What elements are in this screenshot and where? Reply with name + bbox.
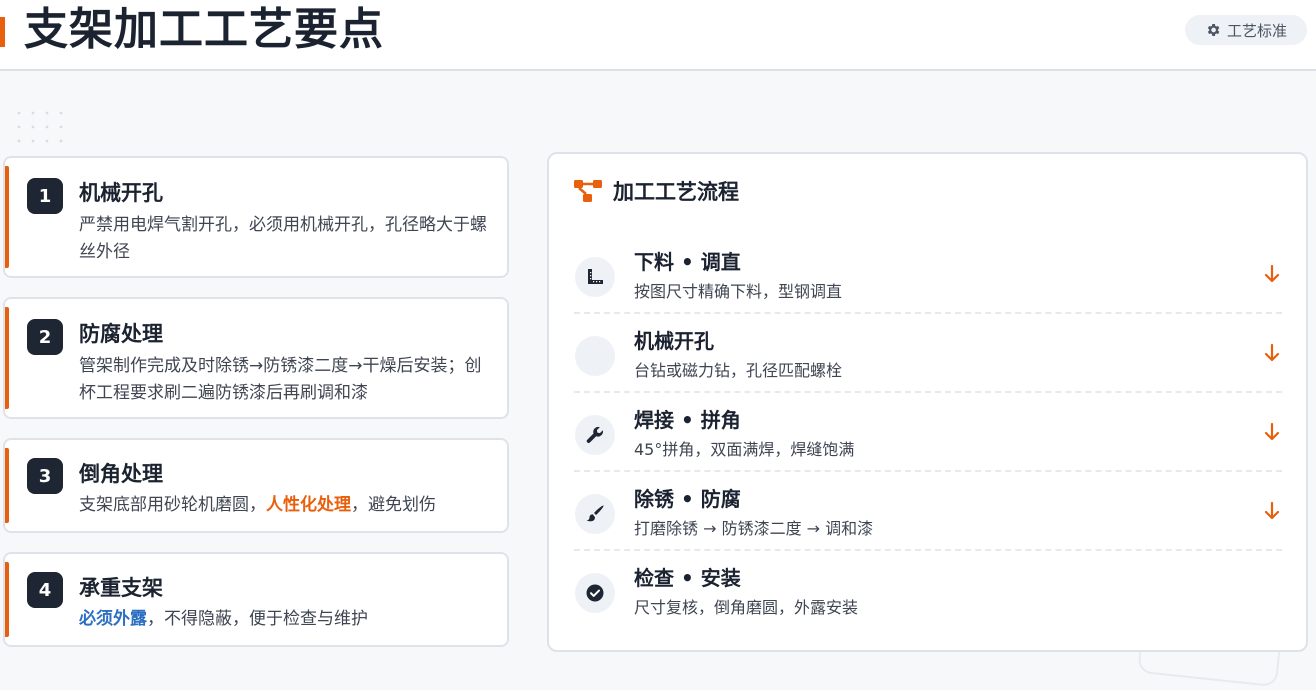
card-title: 承重支架 bbox=[79, 576, 163, 600]
card-desc: 管架制作完成及时除锈→防锈漆二度→干燥后安装；创杯工程要求刷二遍防锈漆后再刷调和… bbox=[79, 356, 482, 403]
step-title: 下料 • 调直 bbox=[634, 250, 741, 274]
card-title: 防腐处理 bbox=[79, 322, 163, 346]
step-title: 检查 • 安装 bbox=[634, 566, 741, 590]
page-title: 支架加工工艺要点 bbox=[24, 4, 384, 55]
card-title: 倒角处理 bbox=[79, 462, 163, 486]
step-icon-badge bbox=[575, 494, 615, 534]
process-panel: 加工工艺流程 下料 • 调直 按图尺寸精确下料，型钢调直 机械开孔 台钻或磁力钻… bbox=[547, 152, 1308, 652]
card-desc: 严禁用电焊气割开孔，必须用机械开孔，孔径略大于螺丝外径 bbox=[79, 215, 487, 262]
card-title: 机械开孔 bbox=[79, 181, 163, 205]
blank-icon bbox=[585, 346, 605, 366]
step-drilling: 机械开孔 台钻或磁力钻，孔径匹配螺栓 bbox=[574, 314, 1282, 393]
step-icon-badge bbox=[575, 336, 615, 376]
card-desc: 必须外露，不得隐蔽，便于检查与维护 bbox=[79, 606, 493, 633]
step-desc: 打磨除锈 → 防锈漆二度 → 调和漆 bbox=[634, 519, 874, 538]
step-title: 焊接 • 拼角 bbox=[634, 408, 741, 432]
paintbrush-icon bbox=[586, 505, 604, 522]
arrow-down-icon bbox=[1264, 501, 1280, 520]
flowchart-icon bbox=[574, 180, 602, 202]
step-desc: 台钻或磁力钻，孔径匹配螺栓 bbox=[634, 361, 843, 380]
card-chamfering: 3 倒角处理 支架底部用砂轮机磨圆，人性化处理，避免划伤 bbox=[3, 438, 509, 533]
card-accent-bar bbox=[5, 562, 9, 637]
standard-button-label: 工艺标准 bbox=[1226, 21, 1287, 40]
panel-header: 加工工艺流程 bbox=[573, 176, 739, 206]
card-load-bearing: 4 承重支架 必须外露，不得隐蔽，便于检查与维护 bbox=[3, 552, 509, 647]
card-mechanical-drilling: 1 机械开孔 严禁用电焊气割开孔，必须用机械开孔，孔径略大于螺丝外径 bbox=[3, 156, 509, 278]
card-desc-text: ，不得隐蔽，便于检查与维护 bbox=[147, 609, 368, 629]
card-desc: 支架底部用砂轮机磨圆，人性化处理，避免划伤 bbox=[79, 492, 493, 519]
gear-icon bbox=[1207, 24, 1220, 36]
card-number: 3 bbox=[27, 458, 63, 494]
step-inspection: 检查 • 安装 尺寸复核，倒角磨圆，外露安装 bbox=[574, 551, 1282, 630]
card-desc-highlight: 人性化处理 bbox=[266, 495, 351, 515]
step-desc: 45°拼角，双面满焊，焊缝饱满 bbox=[634, 440, 855, 459]
step-cutting: 下料 • 调直 按图尺寸精确下料，型钢调直 bbox=[574, 235, 1282, 314]
card-accent-bar bbox=[5, 166, 9, 268]
ruler-icon bbox=[588, 269, 603, 284]
arrow-down-icon bbox=[1264, 343, 1280, 362]
wrench-icon bbox=[586, 426, 603, 443]
check-circle-icon bbox=[586, 584, 604, 602]
title-accent-bar bbox=[0, 17, 5, 47]
card-desc-highlight: 必须外露 bbox=[79, 609, 147, 629]
step-rust-removal: 除锈 • 防腐 打磨除锈 → 防锈漆二度 → 调和漆 bbox=[574, 472, 1282, 551]
arrow-down-icon bbox=[1264, 422, 1280, 441]
card-number: 1 bbox=[27, 178, 63, 214]
card-anticorrosion: 2 防腐处理 管架制作完成及时除锈→防锈漆二度→干燥后安装；创杯工程要求刷二遍防… bbox=[3, 297, 509, 419]
step-welding: 焊接 • 拼角 45°拼角，双面满焊，焊缝饱满 bbox=[574, 393, 1282, 472]
step-icon-badge bbox=[575, 257, 615, 297]
card-number: 2 bbox=[27, 319, 63, 355]
panel-title: 加工工艺流程 bbox=[613, 180, 739, 204]
card-desc-text: 支架底部用砂轮机磨圆， bbox=[79, 495, 266, 515]
step-icon-badge bbox=[575, 573, 615, 613]
step-title: 机械开孔 bbox=[634, 329, 714, 353]
standard-button[interactable]: 工艺标准 bbox=[1185, 15, 1307, 45]
card-accent-bar bbox=[5, 448, 9, 523]
card-accent-bar bbox=[5, 307, 9, 409]
step-title: 除锈 • 防腐 bbox=[634, 487, 741, 511]
dot-pattern bbox=[12, 106, 68, 146]
step-desc: 尺寸复核，倒角磨圆，外露安装 bbox=[634, 598, 859, 617]
step-icon-badge bbox=[575, 415, 615, 455]
card-number: 4 bbox=[27, 572, 63, 608]
step-desc: 按图尺寸精确下料，型钢调直 bbox=[634, 282, 843, 301]
card-desc-text: ，避免划伤 bbox=[351, 495, 436, 515]
arrow-down-icon bbox=[1264, 264, 1280, 283]
header: 支架加工工艺要点 工艺标准 bbox=[0, 0, 1316, 71]
